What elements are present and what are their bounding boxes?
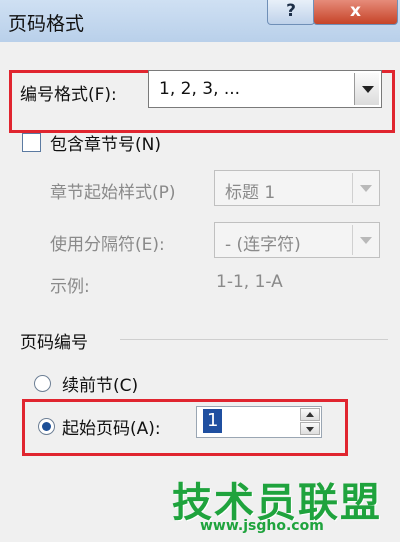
chapter-style-value: 标题 1	[225, 183, 276, 203]
start-at-spinner[interactable]: 1	[196, 406, 322, 438]
chapter-style-label: 章节起始样式(P)	[50, 183, 176, 203]
include-chapter-label[interactable]: 包含章节号(N)	[50, 130, 161, 155]
number-format-label: 编号格式(F):	[20, 85, 117, 105]
number-format-value: 1, 2, 3, ...	[159, 79, 241, 99]
spinner-controls	[300, 408, 320, 436]
close-button[interactable]: x	[313, 0, 398, 25]
help-button[interactable]: ?	[267, 0, 315, 25]
continue-label[interactable]: 续前节(C)	[62, 371, 138, 396]
start-at-input[interactable]: 1	[203, 409, 223, 433]
example-value: 1-1, 1-A	[216, 272, 283, 292]
chevron-down-icon[interactable]	[352, 173, 377, 203]
chapter-style-dropdown[interactable]: 标题 1	[214, 170, 380, 206]
group-divider	[120, 339, 388, 340]
separator-label: 使用分隔符(E):	[50, 235, 165, 255]
start-at-label[interactable]: 起始页码(A):	[62, 414, 161, 439]
example-label: 示例:	[50, 277, 90, 297]
watermark-url: www.jsgho.com	[200, 518, 324, 534]
spinner-down-icon[interactable]	[300, 422, 320, 435]
continue-radio[interactable]	[34, 375, 51, 392]
page-numbering-group-label: 页码编号	[20, 333, 88, 353]
number-format-dropdown[interactable]: 1, 2, 3, ...	[148, 70, 382, 108]
separator-value: - (连字符)	[225, 235, 301, 255]
dialog-body: 编号格式(F): 1, 2, 3, ... 包含章节号(N) 章节起始样式(P)…	[0, 42, 400, 542]
spinner-up-icon[interactable]	[300, 408, 320, 421]
chevron-down-icon[interactable]	[354, 73, 379, 105]
dialog-title: 页码格式	[8, 13, 85, 35]
separator-dropdown[interactable]: - (连字符)	[214, 222, 380, 258]
title-bar: 页码格式 ? x	[0, 0, 400, 43]
include-chapter-checkbox[interactable]	[22, 133, 41, 152]
start-at-radio[interactable]	[38, 418, 55, 435]
chevron-down-icon[interactable]	[352, 225, 377, 255]
